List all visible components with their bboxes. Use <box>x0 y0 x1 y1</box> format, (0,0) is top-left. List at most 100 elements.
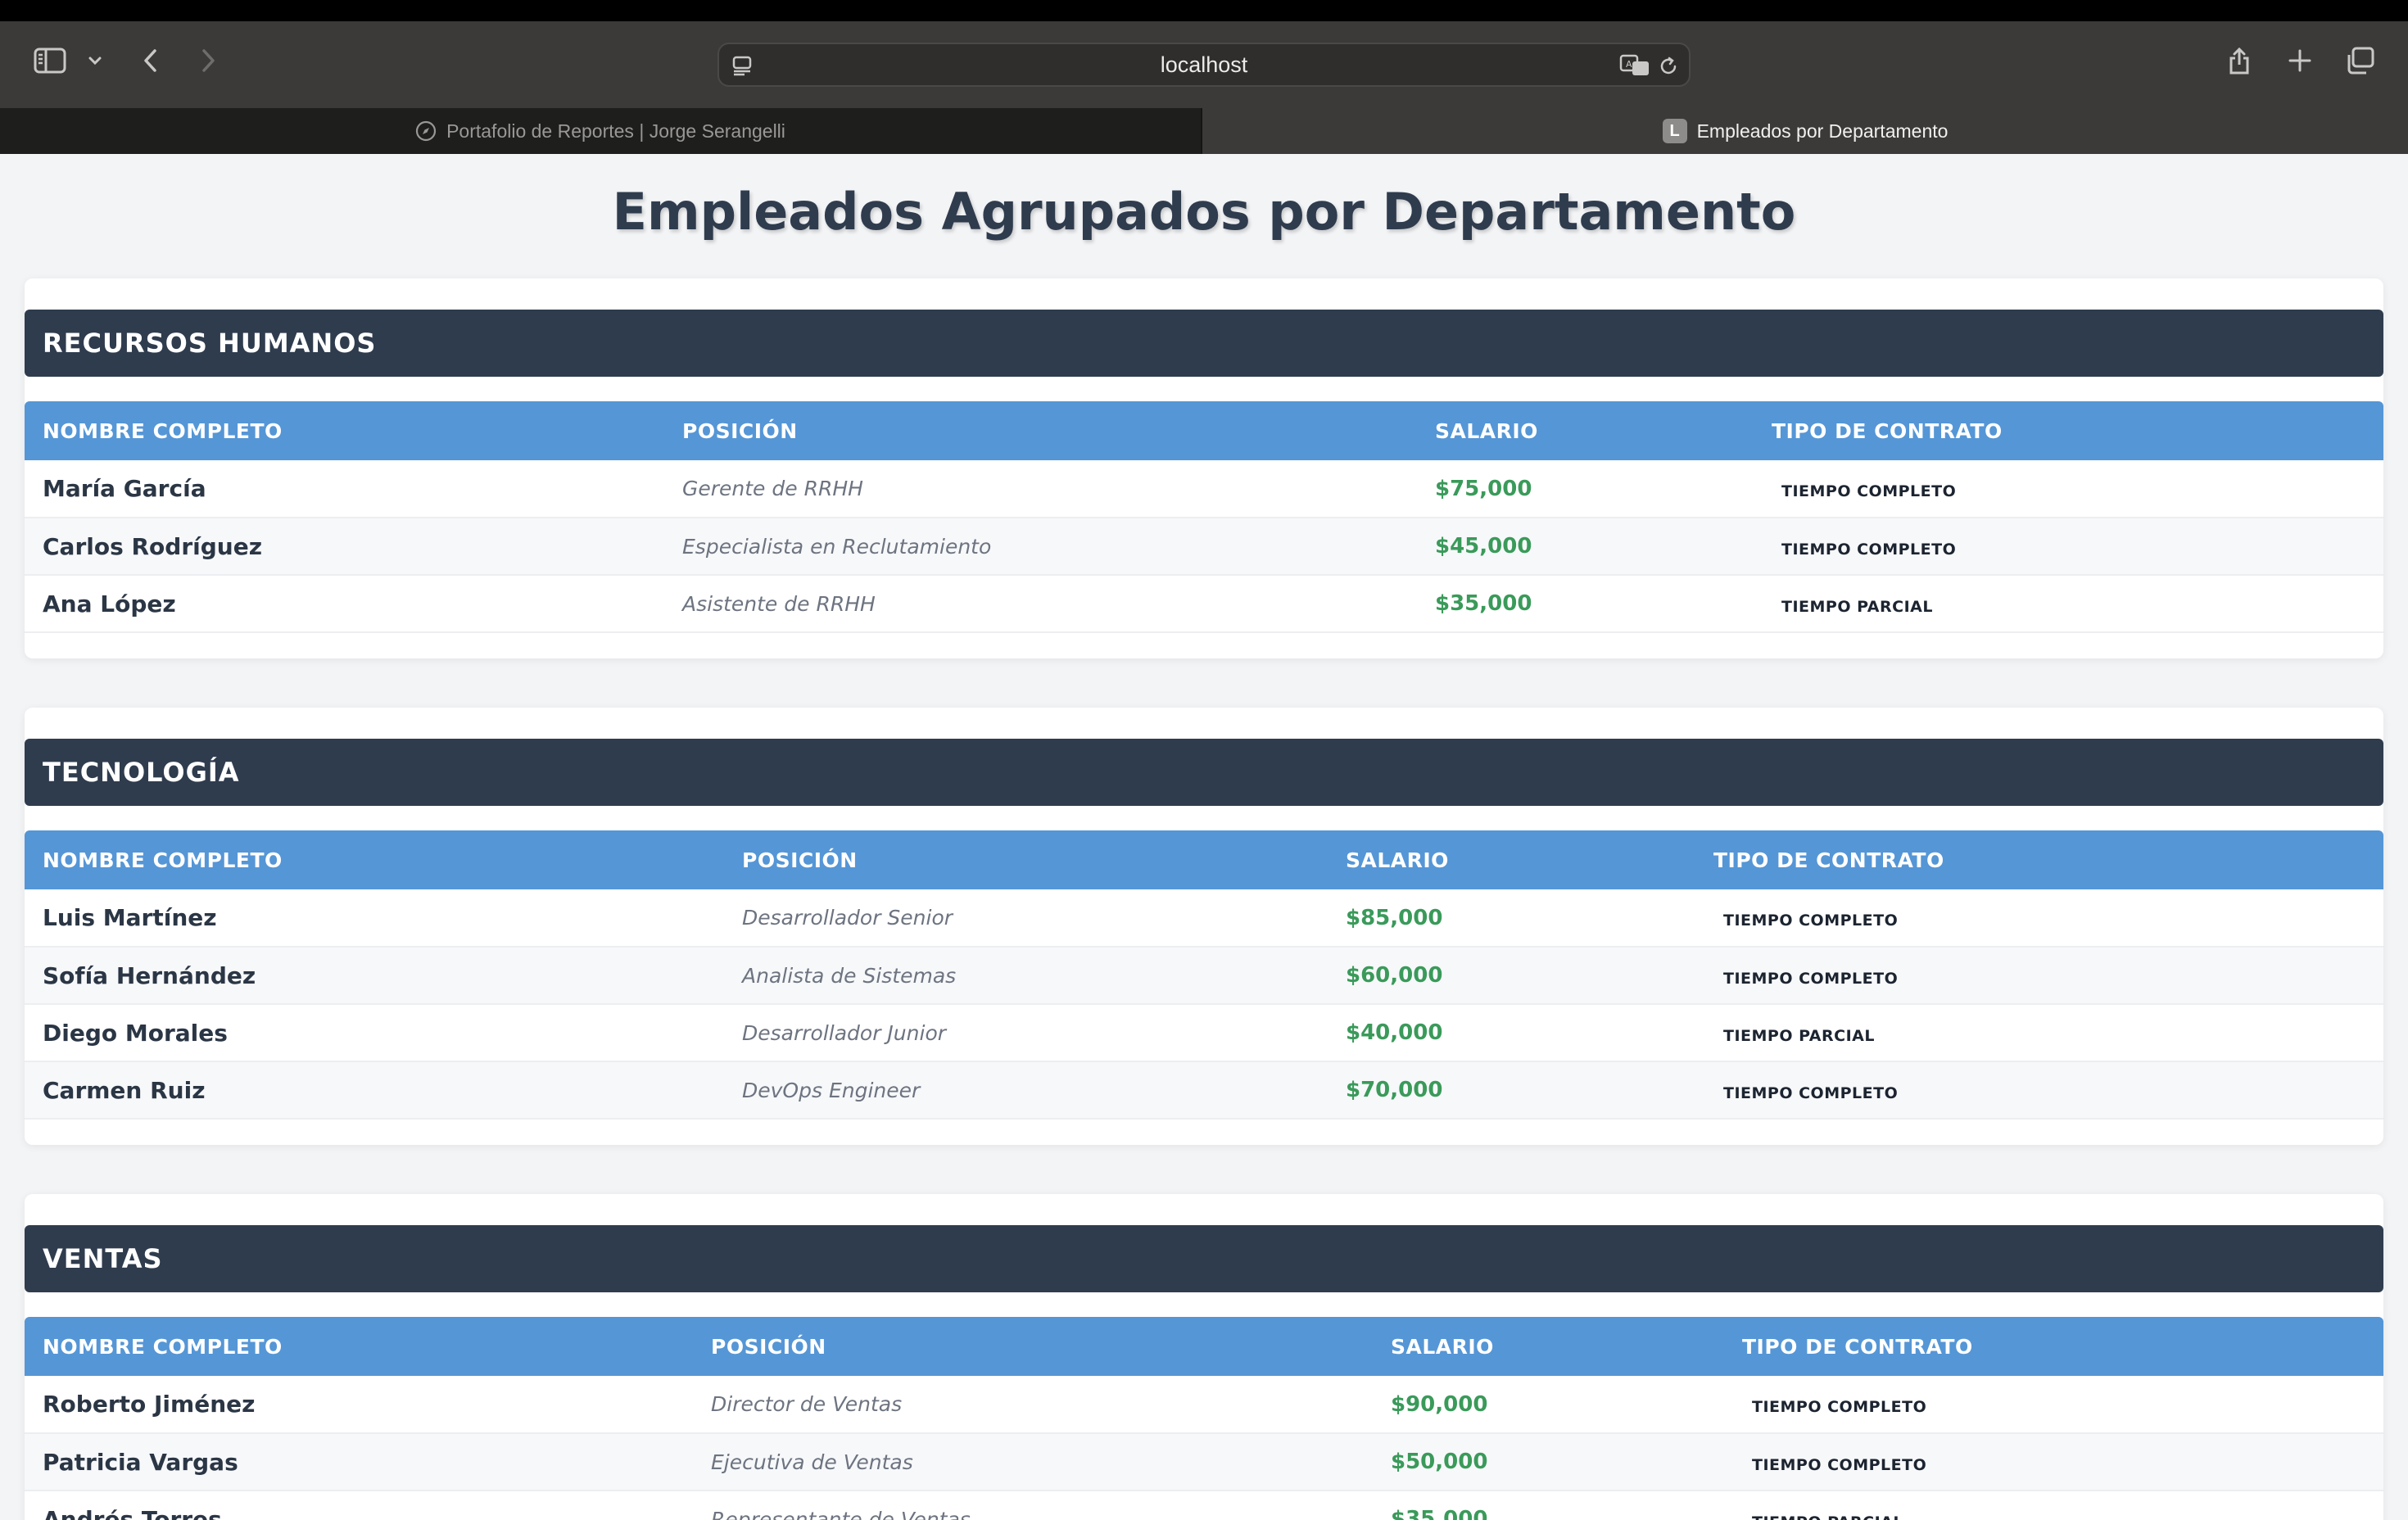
tab-portafolio[interactable]: Portafolio de Reportes | Jorge Serangell… <box>0 108 1202 154</box>
table-row: Diego Morales Desarrollador Junior $40,0… <box>25 1004 2383 1061</box>
employee-salary: $40,000 <box>1346 1020 1443 1045</box>
employee-table: NOMBRE COMPLETO POSICIÓN SALARIO TIPO DE… <box>25 830 2383 1120</box>
employee-name: Roberto Jiménez <box>43 1391 256 1418</box>
column-header: TIPO DE CONTRATO <box>1772 418 2003 443</box>
contract-cell: TIEMPO COMPLETO <box>1695 889 2383 947</box>
employee-position: Desarrollador Junior <box>742 1020 947 1045</box>
contract-badge: TIEMPO PARCIAL <box>1723 1026 1875 1045</box>
department-card-tecnologia: TECNOLOGÍA NOMBRE COMPLETO POSICIÓN SALA… <box>25 708 2383 1145</box>
chevron-down-icon[interactable] <box>85 51 105 70</box>
column-header: POSICIÓN <box>711 1334 826 1359</box>
column-header: NOMBRE COMPLETO <box>43 1334 283 1359</box>
column-header: TIPO DE CONTRATO <box>1742 1334 1973 1359</box>
contract-cell: TIEMPO PARCIAL <box>1724 1491 2383 1520</box>
contract-badge: TIEMPO COMPLETO <box>1723 1083 1899 1102</box>
employee-position: Desarrollador Senior <box>742 906 953 930</box>
table-row: Carlos Rodríguez Especialista en Recluta… <box>25 518 2383 575</box>
table-row: Roberto Jiménez Director de Ventas $90,0… <box>25 1376 2383 1433</box>
department-card-ventas: VENTAS NOMBRE COMPLETO POSICIÓN SALARIO … <box>25 1194 2383 1520</box>
contract-cell: TIEMPO COMPLETO <box>1724 1433 2383 1491</box>
employee-position: Gerente de RRHH <box>682 477 863 500</box>
table-row: Carmen Ruiz DevOps Engineer $70,000 TIEM… <box>25 1061 2383 1119</box>
contract-cell: TIEMPO COMPLETO <box>1695 1061 2383 1119</box>
column-header: POSICIÓN <box>682 418 798 443</box>
column-header: POSICIÓN <box>742 848 858 872</box>
table-row: Sofía Hernández Analista de Sistemas $60… <box>25 947 2383 1004</box>
column-header: SALARIO <box>1346 848 1449 872</box>
address-bar[interactable]: localhost A <box>717 43 1691 87</box>
tab-label: Portafolio de Reportes | Jorge Serangell… <box>446 120 785 142</box>
table-header-row: NOMBRE COMPLETO POSICIÓN SALARIO TIPO DE… <box>25 401 2383 460</box>
contract-badge: TIEMPO COMPLETO <box>1723 912 1899 930</box>
tab-overview-icon[interactable] <box>2344 44 2377 77</box>
svg-text:A: A <box>1626 59 1632 70</box>
contract-cell: TIEMPO COMPLETO <box>1754 460 2383 518</box>
contract-badge: TIEMPO COMPLETO <box>1781 540 1957 559</box>
employee-name: Carmen Ruiz <box>43 1076 206 1104</box>
employee-salary: $45,000 <box>1435 534 1532 559</box>
employee-name: Carlos Rodríguez <box>43 532 263 560</box>
employee-table: NOMBRE COMPLETO POSICIÓN SALARIO TIPO DE… <box>25 1317 2383 1520</box>
employee-position: Especialista en Reclutamiento <box>682 534 992 559</box>
employee-name: Sofía Hernández <box>43 961 256 989</box>
employee-salary: $35,000 <box>1391 1507 1488 1520</box>
employee-position: Ejecutiva de Ventas <box>711 1450 913 1474</box>
table-row: Patricia Vargas Ejecutiva de Ventas $50,… <box>25 1433 2383 1491</box>
table-header-row: NOMBRE COMPLETO POSICIÓN SALARIO TIPO DE… <box>25 1317 2383 1376</box>
employee-position: Representante de Ventas <box>711 1507 971 1520</box>
employee-name: María García <box>43 475 206 502</box>
url-text[interactable]: localhost <box>719 52 1689 78</box>
contract-badge: TIEMPO PARCIAL <box>1781 597 1933 616</box>
department-header: VENTAS <box>25 1225 2383 1292</box>
employee-name: Andrés Torres <box>43 1505 222 1520</box>
employee-salary: $50,000 <box>1391 1450 1488 1474</box>
column-header: SALARIO <box>1391 1334 1494 1359</box>
contract-badge: TIEMPO COMPLETO <box>1723 969 1899 988</box>
window-top-edge <box>0 0 2408 21</box>
contract-cell: TIEMPO COMPLETO <box>1754 518 2383 575</box>
new-tab-icon[interactable] <box>2285 46 2315 75</box>
tab-bar: Portafolio de Reportes | Jorge Serangell… <box>0 108 2408 154</box>
employee-salary: $90,000 <box>1391 1391 1488 1417</box>
contract-cell: TIEMPO PARCIAL <box>1754 575 2383 632</box>
employee-name: Patricia Vargas <box>43 1448 238 1476</box>
translate-icon[interactable]: A <box>1618 52 1651 79</box>
department-header: RECURSOS HUMANOS <box>25 310 2383 377</box>
page-title: Empleados Agrupados por Departamento <box>612 182 1796 242</box>
column-header: TIPO DE CONTRATO <box>1713 848 1944 872</box>
table-header-row: NOMBRE COMPLETO POSICIÓN SALARIO TIPO DE… <box>25 830 2383 889</box>
employee-name: Diego Morales <box>43 1019 228 1047</box>
employee-salary: $85,000 <box>1346 905 1443 930</box>
back-arrow-icon[interactable] <box>138 44 162 77</box>
column-header: SALARIO <box>1435 418 1538 443</box>
compass-icon <box>415 120 437 142</box>
department-card-recursos-humanos: RECURSOS HUMANOS NOMBRE COMPLETO POSICIÓ… <box>25 278 2383 658</box>
column-header: NOMBRE COMPLETO <box>43 418 283 443</box>
employee-salary: $60,000 <box>1346 963 1443 988</box>
contract-badge: TIEMPO COMPLETO <box>1752 1398 1927 1416</box>
employee-position: DevOps Engineer <box>742 1078 921 1102</box>
employee-position: Director de Ventas <box>711 1392 903 1416</box>
browser-toolbar: localhost A <box>0 21 2408 108</box>
reload-icon[interactable] <box>1656 54 1681 79</box>
site-favicon: L <box>1662 119 1687 143</box>
employee-position: Asistente de RRHH <box>682 591 876 616</box>
forward-arrow-icon[interactable] <box>197 44 221 77</box>
tab-empleados[interactable]: L Empleados por Departamento <box>1202 108 2408 154</box>
employee-position: Analista de Sistemas <box>742 963 957 988</box>
share-icon[interactable] <box>2225 41 2254 79</box>
employee-table: NOMBRE COMPLETO POSICIÓN SALARIO TIPO DE… <box>25 401 2383 633</box>
contract-badge: TIEMPO PARCIAL <box>1752 1513 1903 1520</box>
contract-cell: TIEMPO PARCIAL <box>1695 1004 2383 1061</box>
contract-cell: TIEMPO COMPLETO <box>1724 1376 2383 1433</box>
contract-badge: TIEMPO COMPLETO <box>1781 482 1957 500</box>
page-content: Empleados Agrupados por Departamento REC… <box>0 154 2408 1520</box>
department-header: TECNOLOGÍA <box>25 739 2383 806</box>
tab-label: Empleados por Departamento <box>1696 120 1949 142</box>
table-row: María García Gerente de RRHH $75,000 TIE… <box>25 460 2383 518</box>
contract-cell: TIEMPO COMPLETO <box>1695 947 2383 1004</box>
employee-salary: $70,000 <box>1346 1078 1443 1102</box>
column-header: NOMBRE COMPLETO <box>43 848 283 872</box>
employee-salary: $75,000 <box>1435 476 1532 501</box>
sidebar-toggle-icon[interactable] <box>31 44 69 77</box>
